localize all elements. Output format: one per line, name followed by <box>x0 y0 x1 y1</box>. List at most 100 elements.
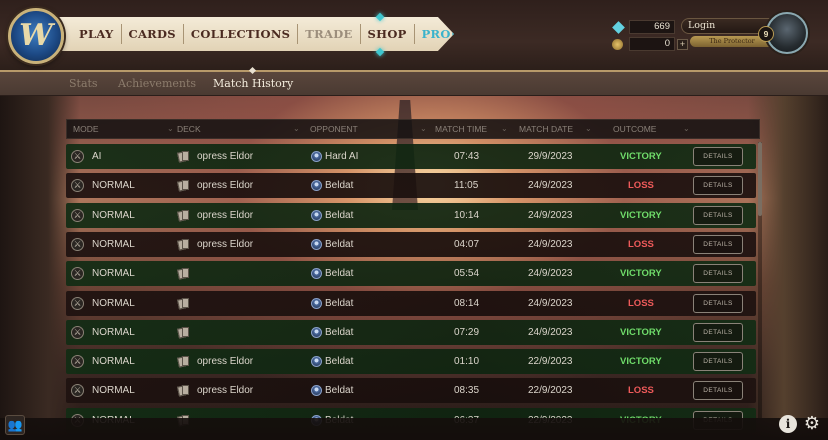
nav-trade[interactable]: TRADE <box>298 24 361 44</box>
match-time: 10:14 <box>454 210 480 221</box>
cards-icon <box>177 268 190 280</box>
game-logo[interactable]: W <box>8 8 64 64</box>
nav-play[interactable]: PLAY <box>72 24 122 44</box>
match-opponent: Beldat <box>325 180 354 191</box>
match-opponent: Beldat <box>325 268 354 279</box>
info-button[interactable]: i <box>779 415 797 433</box>
header-opponent[interactable]: OPPONENT ⌄ <box>310 120 427 138</box>
match-date: 22/9/2023 <box>528 356 573 367</box>
match-mode: NORMAL <box>92 268 135 279</box>
details-button[interactable]: DETAILS <box>693 294 743 313</box>
crossed-swords-icon: ⚔ <box>71 238 84 251</box>
details-button[interactable]: DETAILS <box>693 264 743 283</box>
match-row[interactable]: ⚔ NORMAL opress Eldor Beldat 01:10 22/9/2023 V… <box>66 349 756 374</box>
chevron-down-icon: ⌄ <box>683 124 690 133</box>
subtab-match-history[interactable]: Match History <box>213 77 293 90</box>
nav-shop[interactable]: SHOP <box>361 24 415 44</box>
info-icon: i <box>785 417 791 431</box>
match-opponent: Hard AI <box>325 151 359 162</box>
header-deck[interactable]: DECK ⌄ <box>177 120 300 138</box>
opponent-avatar-icon <box>311 180 322 191</box>
cards-icon <box>177 239 190 251</box>
bottom-bar <box>0 418 828 440</box>
cards-icon <box>177 385 190 397</box>
match-row[interactable]: ⚔ AI opress Eldor Hard AI 07:43 29/9/2023 VICT… <box>66 144 756 169</box>
match-time: 04:07 <box>454 239 480 250</box>
details-button[interactable]: DETAILS <box>693 176 743 195</box>
subtab-stats[interactable]: Stats <box>69 77 98 90</box>
coin-icon <box>612 38 623 50</box>
match-opponent: Beldat <box>325 239 354 250</box>
opponent-avatar-icon <box>311 268 322 279</box>
details-button[interactable]: DETAILS <box>693 323 743 342</box>
player-level-badge: 9 <box>758 26 774 42</box>
crossed-swords-icon: ⚔ <box>71 179 84 192</box>
crossed-swords-icon: ⚔ <box>71 384 84 397</box>
details-button[interactable]: DETAILS <box>693 381 743 400</box>
match-row[interactable]: ⚔ NORMAL opress Eldor Beldat 08:35 22/9/2023 L… <box>66 378 756 403</box>
add-gold-button[interactable]: + <box>677 38 688 50</box>
match-date: 24/9/2023 <box>528 210 573 221</box>
match-opponent: Beldat <box>325 356 354 367</box>
match-row[interactable]: ⚔ NORMAL opress Eldor Beldat 04:07 24/9/2023 L… <box>66 232 756 257</box>
opponent-avatar-icon <box>311 239 322 250</box>
match-time: 08:35 <box>454 385 480 396</box>
match-opponent: Beldat <box>325 385 354 396</box>
match-date: 29/9/2023 <box>528 151 573 162</box>
match-opponent: Beldat <box>325 327 354 338</box>
match-row[interactable]: ⚔ NORMAL opress Eldor Beldat 11:05 24/9/2023 L… <box>66 173 756 198</box>
match-time: 08:14 <box>454 298 480 309</box>
match-mode: NORMAL <box>92 210 135 221</box>
scrollbar-thumb[interactable] <box>758 142 762 216</box>
details-button[interactable]: DETAILS <box>693 147 743 166</box>
opponent-avatar-icon <box>311 356 322 367</box>
match-mode: NORMAL <box>92 385 135 396</box>
header-mode[interactable]: MODE ⌄ <box>73 120 174 138</box>
crossed-swords-icon: ⚔ <box>71 267 84 280</box>
match-time: 11:05 <box>454 180 479 191</box>
nav-cards[interactable]: CARDS <box>122 24 184 44</box>
match-history-header: MODE ⌄ DECK ⌄ OPPONENT ⌄ MATCH TIME ⌄ MATCH … <box>66 119 760 139</box>
match-row[interactable]: ⚔ NORMAL Beldat 08:14 24/9/2023 LOSS DETAILS <box>66 291 756 316</box>
friends-button[interactable]: 👥 <box>5 415 25 435</box>
match-outcome: LOSS <box>628 180 654 191</box>
header-match-time[interactable]: MATCH TIME ⌄ <box>435 120 508 138</box>
match-mode: NORMAL <box>92 298 135 309</box>
opponent-avatar-icon <box>311 327 322 338</box>
match-row[interactable]: ⚔ NORMAL Beldat 05:54 24/9/2023 VICTORY DETAIL… <box>66 261 756 286</box>
crossed-swords-icon: ⚔ <box>71 326 84 339</box>
logo-letter: W <box>19 18 53 53</box>
subtab-achievements[interactable]: Achievements <box>118 77 196 90</box>
chevron-down-icon: ⌄ <box>167 124 174 133</box>
details-button[interactable]: DETAILS <box>693 206 743 225</box>
crossed-swords-icon: ⚔ <box>71 209 84 222</box>
main-nav: PLAY CARDS COLLECTIONS TRADE SHOP PROFIL… <box>52 17 454 51</box>
match-row[interactable]: ⚔ NORMAL opress Eldor Beldat 10:14 24/9/2023 V… <box>66 203 756 228</box>
match-date: 22/9/2023 <box>528 385 573 396</box>
match-time: 05:54 <box>454 268 480 279</box>
details-button[interactable]: DETAILS <box>693 235 743 254</box>
opponent-avatar-icon <box>311 210 322 221</box>
match-outcome: VICTORY <box>620 210 662 221</box>
nav-collections[interactable]: COLLECTIONS <box>184 24 299 44</box>
details-button[interactable]: DETAILS <box>693 352 743 371</box>
header-match-date[interactable]: MATCH DATE ⌄ <box>519 120 592 138</box>
chevron-down-icon: ⌄ <box>293 124 300 133</box>
match-deck: opress Eldor <box>197 180 254 191</box>
crossed-swords-icon: ⚔ <box>71 355 84 368</box>
cards-icon <box>177 327 190 339</box>
gold-counter: 0 + <box>612 37 688 51</box>
friends-icon: 👥 <box>7 418 23 432</box>
match-row[interactable]: ⚔ NORMAL Beldat 07:29 24/9/2023 VICTORY DETAIL… <box>66 320 756 345</box>
crossed-swords-icon: ⚔ <box>71 297 84 310</box>
match-opponent: Beldat <box>325 210 354 221</box>
match-deck: opress Eldor <box>197 210 254 221</box>
match-mode: NORMAL <box>92 356 135 367</box>
match-outcome: LOSS <box>628 385 654 396</box>
settings-button[interactable]: ⚙ <box>802 413 822 433</box>
match-outcome: LOSS <box>628 239 654 250</box>
match-deck: opress Eldor <box>197 356 254 367</box>
profile-subtabs: Stats Achievements Match History <box>0 72 828 96</box>
match-deck: opress Eldor <box>197 385 254 396</box>
header-outcome[interactable]: OUTCOME ⌄ <box>613 120 690 138</box>
